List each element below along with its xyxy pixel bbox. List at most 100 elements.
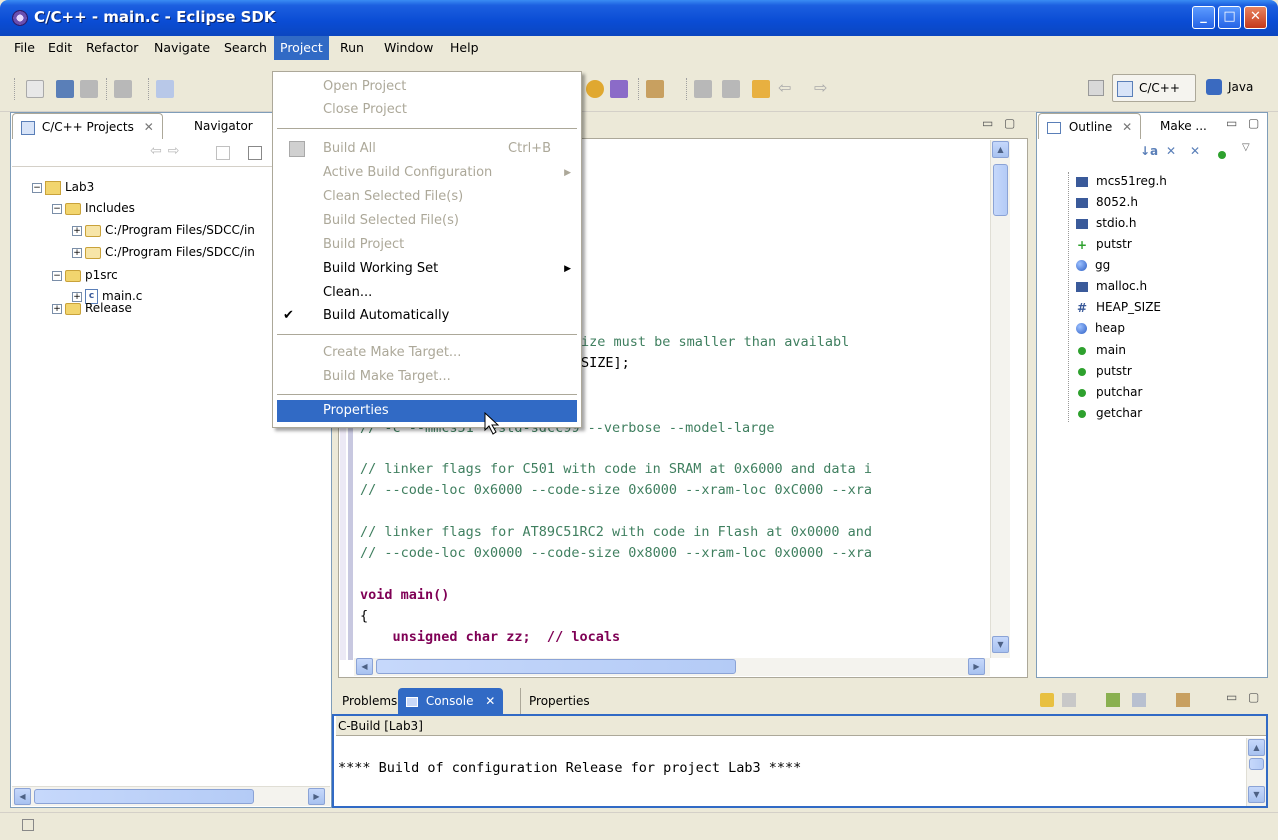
outline-item-main[interactable]: main (1076, 340, 1126, 361)
menu-file[interactable]: File (8, 36, 41, 60)
code-line-4[interactable]: // linker flags for C501 with code in SR… (360, 461, 872, 477)
menu-item-build-make-target[interactable]: Build Make Target... (273, 366, 581, 388)
menu-item-properties[interactable]: Properties (277, 400, 577, 422)
scroll-thumb[interactable] (1249, 758, 1264, 770)
collapse-icon[interactable]: − (52, 203, 62, 214)
menu-item-close-project[interactable]: Close Project (273, 99, 581, 121)
editor-vscrollbar[interactable]: ▲ ▼ (990, 140, 1010, 658)
menu-help[interactable]: Help (444, 36, 485, 60)
expand-icon[interactable]: + (72, 225, 82, 236)
open-type-icon[interactable] (646, 80, 664, 98)
tree-row-p1src[interactable]: − p1src (52, 264, 118, 286)
hide-static-icon[interactable]: ✕ (1190, 144, 1200, 158)
outline-item-heap[interactable]: heap (1076, 318, 1125, 339)
menu-run[interactable]: Run (334, 36, 370, 60)
menu-item-clean-selected[interactable]: Clean Selected File(s) (273, 186, 581, 208)
code-line-8[interactable]: void main() (360, 587, 449, 603)
code-line-5[interactable]: // --code-loc 0x6000 --code-size 0x6000 … (360, 482, 872, 498)
tab-console[interactable]: Console ✕ (398, 688, 504, 714)
menu-item-create-make-target[interactable]: Create Make Target... (273, 342, 581, 364)
tree-row-includes[interactable]: − Includes (52, 197, 135, 219)
build-icon[interactable] (114, 80, 132, 98)
scroll-thumb[interactable] (993, 164, 1008, 216)
scroll-right-icon[interactable]: ▶ (308, 788, 325, 805)
scroll-left-icon[interactable]: ◀ (14, 788, 31, 805)
sort-icon[interactable]: ↓a (1140, 144, 1158, 158)
last-edit-icon[interactable] (752, 80, 770, 98)
lock-icon[interactable] (1040, 693, 1054, 707)
minimize-view-icon[interactable]: ▭ (982, 116, 993, 130)
scroll-down-icon[interactable]: ▼ (992, 636, 1009, 653)
next-annotation-icon[interactable] (694, 80, 712, 98)
expand-icon[interactable]: + (52, 303, 62, 314)
outline-item-gg[interactable]: gg (1076, 255, 1110, 276)
menu-item-build-working-set[interactable]: Build Working Set ▶ (273, 258, 581, 280)
tree-row-release[interactable]: + Release (52, 297, 132, 319)
collapse-icon[interactable]: − (32, 182, 42, 193)
close-icon[interactable]: ✕ (1122, 120, 1132, 134)
outline-item-putstr[interactable]: putstr (1076, 361, 1132, 382)
menu-window[interactable]: Window (378, 36, 439, 60)
close-icon[interactable]: ✕ (144, 120, 154, 134)
tree-row-include-path-2[interactable]: + C:/Program Files/SDCC/in (72, 241, 255, 263)
run-icon[interactable] (586, 80, 604, 98)
tab-problems[interactable]: Problems (334, 688, 405, 714)
scroll-left-icon[interactable]: ◀ (356, 658, 373, 675)
maximize-button[interactable]: □ (1218, 6, 1241, 29)
new-cpp-icon[interactable] (156, 80, 174, 98)
tree-row-include-path-1[interactable]: + C:/Program Files/SDCC/in (72, 219, 255, 241)
prev-annotation-icon[interactable] (722, 80, 740, 98)
maximize-view-icon[interactable]: ▢ (1248, 690, 1259, 704)
collapse-icon[interactable]: − (52, 270, 62, 281)
minimize-button[interactable]: _ (1192, 6, 1215, 29)
outline-item-heap-size[interactable]: # HEAP_SIZE (1076, 297, 1161, 318)
nav-arrows-icon[interactable]: ⇦⇨ (150, 143, 185, 159)
home-icon[interactable] (216, 146, 230, 160)
display-console-icon[interactable] (1132, 693, 1146, 707)
console-vscrollbar[interactable]: ▲ ▼ (1246, 738, 1266, 806)
forward-arrow-icon[interactable]: ⇨ (814, 78, 827, 97)
code-line-7[interactable]: // --code-loc 0x0000 --code-size 0x8000 … (360, 545, 872, 561)
code-line-6[interactable]: // linker flags for AT89C51RC2 with code… (360, 524, 872, 540)
scroll-up-icon[interactable]: ▲ (1248, 739, 1265, 756)
new-icon[interactable] (26, 80, 44, 98)
menu-item-build-project[interactable]: Build Project (273, 234, 581, 256)
hide-nonpublic-icon[interactable] (1218, 147, 1226, 161)
menu-navigate[interactable]: Navigate (148, 36, 216, 60)
menu-item-build-all[interactable]: Build All Ctrl+B (273, 138, 581, 160)
menu-item-build-selected[interactable]: Build Selected File(s) (273, 210, 581, 232)
outline-item-8052[interactable]: 8052.h (1076, 192, 1138, 213)
menu-project[interactable]: Project (274, 36, 329, 60)
tab-navigator[interactable]: Navigator (186, 113, 261, 139)
editor-hscrollbar[interactable]: ◀ ▶ (354, 658, 990, 676)
maximize-view-icon[interactable]: ▢ (1248, 116, 1259, 130)
scroll-down-icon[interactable]: ▼ (1248, 786, 1265, 803)
tab-outline[interactable]: Outline ✕ (1038, 113, 1142, 139)
menu-item-build-automatically[interactable]: ✔ Build Automatically (273, 305, 581, 327)
view-menu-icon[interactable]: ▽ (1242, 142, 1250, 153)
scroll-right-icon[interactable]: ▶ (968, 658, 985, 675)
close-icon[interactable]: ✕ (485, 694, 495, 708)
print-icon[interactable] (80, 80, 98, 98)
save-icon[interactable] (56, 80, 74, 98)
outline-item-getchar[interactable]: getchar (1076, 403, 1142, 424)
code-line-10[interactable]: unsigned char zz; // locals (360, 629, 621, 645)
clear-console-icon[interactable] (1062, 693, 1076, 707)
open-console-icon[interactable] (1176, 693, 1190, 707)
back-arrow-icon[interactable]: ⇦ (778, 78, 791, 97)
pin-console-icon[interactable] (1106, 693, 1120, 707)
wand-icon[interactable] (610, 80, 628, 98)
fast-view-icon[interactable] (22, 819, 34, 831)
menu-item-open-project[interactable]: Open Project (273, 76, 581, 98)
expand-icon[interactable]: + (72, 247, 82, 258)
tab-properties[interactable]: Properties (520, 688, 598, 714)
code-line-9[interactable]: { (360, 608, 368, 624)
projects-hscrollbar[interactable]: ◀ ▶ (12, 786, 330, 806)
maximize-view-icon[interactable]: ▢ (1004, 116, 1015, 130)
perspective-java[interactable]: Java (1202, 74, 1272, 102)
outline-item-stdio[interactable]: stdio.h (1076, 213, 1136, 234)
menu-search[interactable]: Search (218, 36, 273, 60)
hide-fields-icon[interactable]: ✕ (1166, 144, 1176, 158)
open-perspective-icon[interactable] (1088, 80, 1104, 96)
collapse-all-icon[interactable] (248, 146, 262, 160)
